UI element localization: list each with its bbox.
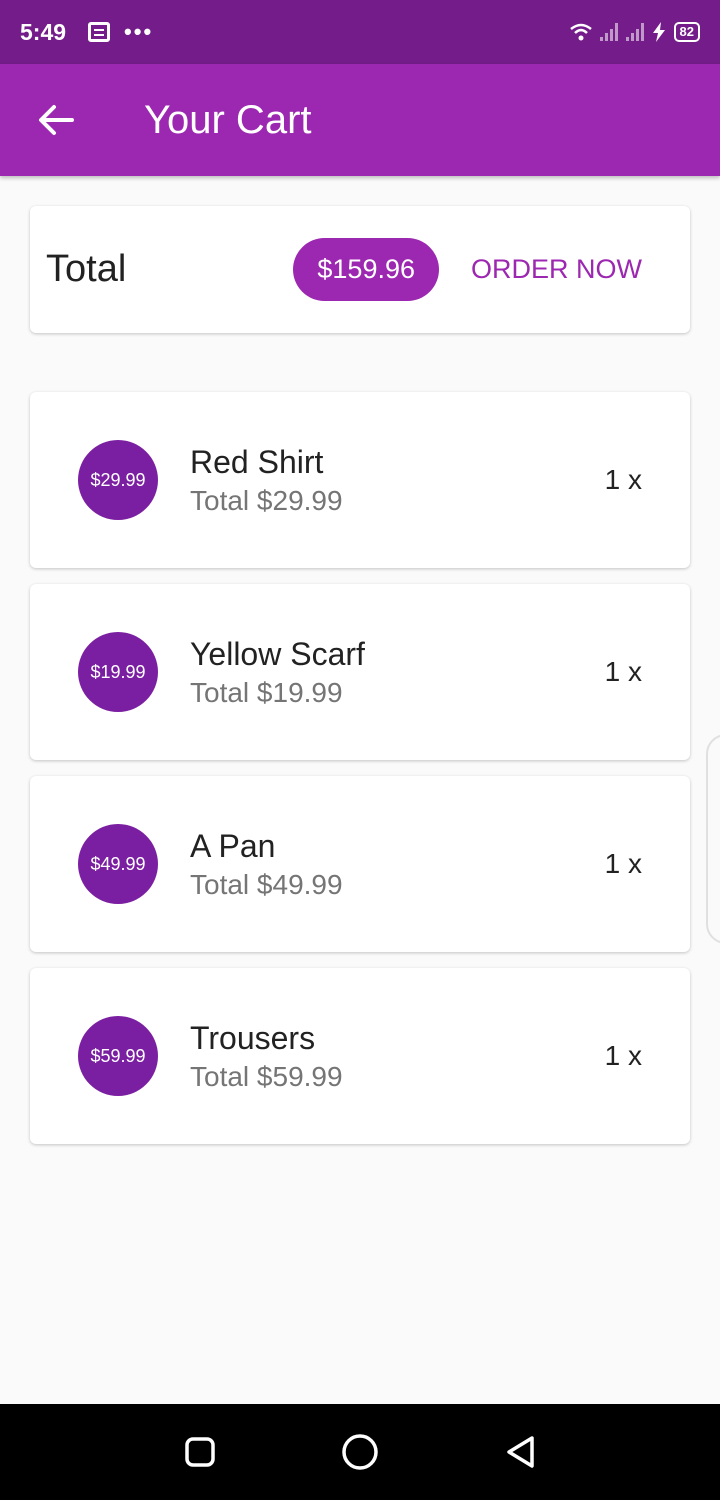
item-price-avatar: $49.99 (78, 824, 158, 904)
cart-item[interactable]: $59.99 Trousers Total $59.99 1 x (30, 968, 690, 1144)
cart-item[interactable]: $49.99 A Pan Total $49.99 1 x (30, 776, 690, 952)
item-total: Total $59.99 (190, 1060, 343, 1092)
item-quantity: 1 x (604, 848, 642, 879)
notification-icon (88, 22, 111, 42)
edge-panel-handle[interactable] (706, 734, 720, 944)
home-button[interactable] (336, 1428, 384, 1476)
app-bar: Your Cart (0, 64, 720, 176)
order-now-button[interactable]: ORDER NOW (471, 254, 642, 285)
item-total: Total $49.99 (190, 868, 343, 900)
item-quantity: 1 x (604, 1040, 642, 1071)
item-name: Red Shirt (190, 443, 324, 480)
cart-item[interactable]: $29.99 Red Shirt Total $29.99 1 x (30, 392, 690, 568)
item-total: Total $29.99 (190, 484, 343, 516)
signal-icon (625, 23, 644, 41)
item-text: A Pan Total $49.99 (190, 828, 343, 901)
signal-icon (599, 23, 618, 41)
item-name: A Pan (190, 827, 276, 864)
item-price-avatar: $19.99 (78, 632, 158, 712)
status-bar: 5:49 ••• 82 (0, 0, 720, 64)
item-text: Red Shirt Total $29.99 (190, 444, 343, 517)
back-button[interactable] (16, 80, 96, 160)
wifi-icon (569, 23, 592, 41)
battery-indicator: 82 (673, 22, 700, 42)
back-triangle-icon (507, 1436, 534, 1468)
item-name: Yellow Scarf (190, 635, 365, 672)
total-amount-chip: $159.96 (293, 238, 439, 301)
status-time: 5:49 (20, 18, 67, 45)
recents-square-icon (185, 1437, 215, 1467)
status-indicators: 82 (569, 22, 700, 42)
page-title: Your Cart (144, 97, 312, 142)
item-price-avatar: $29.99 (78, 440, 158, 520)
total-label: Total (46, 248, 127, 290)
item-text: Yellow Scarf Total $19.99 (190, 636, 365, 709)
item-name: Trousers (190, 1019, 316, 1056)
cart-item[interactable]: $19.99 Yellow Scarf Total $19.99 1 x (30, 584, 690, 760)
cart-total-card: Total $159.96 ORDER NOW (30, 206, 690, 333)
back-nav-button[interactable] (496, 1428, 544, 1476)
item-text: Trousers Total $59.99 (190, 1020, 343, 1093)
charging-icon (652, 22, 665, 42)
item-quantity: 1 x (604, 464, 642, 495)
item-total: Total $19.99 (190, 676, 343, 708)
recents-button[interactable] (176, 1428, 224, 1476)
item-quantity: 1 x (604, 656, 642, 687)
home-circle-icon (342, 1434, 378, 1470)
more-notifications-icon: ••• (124, 19, 154, 44)
arrow-back-icon (39, 105, 74, 135)
item-price-avatar: $59.99 (78, 1016, 158, 1096)
system-nav-bar (0, 1404, 720, 1500)
